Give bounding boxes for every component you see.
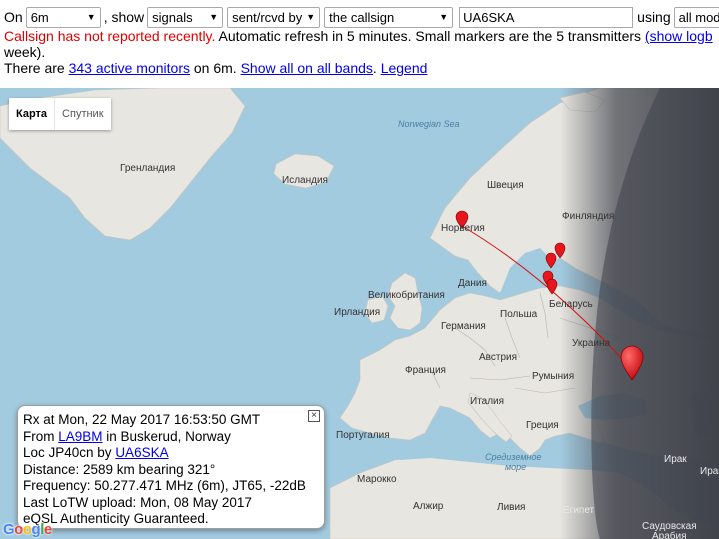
what-select-value: signals	[152, 9, 193, 25]
band-select-value: 6m	[30, 9, 49, 25]
active-monitors-link[interactable]: 343 active monitors	[69, 60, 190, 76]
label-france: Франция	[405, 365, 446, 376]
info-window: × Rx at Mon, 22 May 2017 16:53:50 GMT Fr…	[17, 405, 325, 529]
chevron-down-icon: ▼	[439, 11, 449, 22]
label-arabia: Арабия	[652, 531, 687, 539]
map-canvas[interactable]: Карта Спутник Norwegian Sea Гренландия И…	[0, 88, 719, 539]
eqsl-line: eQSL Authenticity Guaranteed.	[23, 511, 209, 526]
label-denmark: Дания	[458, 278, 487, 289]
using-label: using	[637, 9, 671, 25]
label-libya: Ливия	[497, 502, 526, 513]
monitors-separator: .	[372, 60, 381, 76]
target-select-value: the callsign	[329, 9, 395, 25]
from-callsign-link[interactable]: LA9BM	[58, 429, 102, 444]
label-ukraine: Украина	[572, 338, 611, 349]
map-type-map-button[interactable]: Карта	[9, 98, 54, 130]
query-row: On 6m ▼ , show signals ▼ sent/rcvd by ▼ the…	[4, 6, 719, 28]
on-label: On	[4, 9, 23, 25]
label-norwegian-sea: Norwegian Sea	[398, 119, 460, 129]
band-select[interactable]: 6m ▼	[25, 6, 101, 28]
label-belarus: Беларусь	[549, 299, 593, 310]
label-med-sea-1: Средиземное	[485, 452, 542, 462]
label-algeria: Алжир	[413, 501, 444, 512]
rx-line: Rx at Mon, 22 May 2017 16:53:50 GMT	[23, 412, 261, 427]
direction-select-value: sent/rcvd by	[232, 9, 303, 25]
control-header: On 6m ▼ , show signals ▼ sent/rcvd by ▼ the…	[0, 0, 719, 88]
show-logbook-link[interactable]: (show logb	[645, 28, 713, 44]
from-suffix: in Buskerud, Norway	[102, 428, 231, 444]
label-iran: Иран	[700, 466, 719, 477]
map-type-satellite-button[interactable]: Спутник	[54, 98, 110, 130]
google-logo: Google	[3, 521, 52, 538]
label-italy: Италия	[470, 396, 505, 407]
label-uk: Великобритания	[368, 290, 445, 301]
loc-callsign-link[interactable]: UA6SKA	[115, 445, 168, 460]
label-romania: Румыния	[532, 371, 575, 382]
loc-line: Loc JP40cn by UA6SKA	[23, 445, 324, 462]
warning-text: Callsign has not reported recently.	[4, 28, 216, 44]
label-egypt: Египет	[563, 505, 595, 516]
callsign-input[interactable]: UA6SKA	[459, 6, 634, 28]
label-finland: Финляндия	[562, 211, 615, 222]
frequency-line: Frequency: 50.277.471 MHz (6m), JT65, -2…	[23, 478, 306, 493]
label-morocco: Марокко	[357, 474, 397, 485]
status-continued: week).	[4, 44, 46, 60]
label-med-sea-2: море	[505, 462, 527, 472]
label-iceland: Исландия	[282, 175, 328, 186]
label-iraq: Ирак	[664, 454, 687, 465]
from-prefix: From	[23, 428, 59, 444]
label-poland: Польша	[500, 309, 538, 320]
show-label: , show	[103, 9, 145, 25]
monitors-line: There are 343 active monitors on 6m. Sho…	[4, 60, 427, 76]
refresh-text: Automatic refresh in 5 minutes. Small ma…	[215, 28, 645, 44]
label-greenland: Гренландия	[120, 163, 176, 174]
chevron-down-icon: ▼	[86, 11, 96, 22]
close-icon[interactable]: ×	[308, 410, 320, 422]
label-sweden: Швеция	[487, 180, 524, 191]
map-type-control: Карта Спутник	[9, 98, 111, 130]
uk-land	[387, 272, 423, 331]
status-line: Callsign has not reported recently. Auto…	[4, 28, 719, 44]
monitors-middle: on 6m.	[190, 60, 241, 76]
label-portugal: Португалия	[336, 430, 390, 441]
target-select[interactable]: the callsign ▼	[324, 6, 454, 28]
what-select[interactable]: signals ▼	[147, 6, 224, 28]
direction-select[interactable]: sent/rcvd by ▼	[227, 6, 321, 28]
from-line: From LA9BM in Buskerud, Norway	[23, 429, 324, 446]
label-germany: Германия	[441, 321, 486, 332]
label-norway: Норвегия	[441, 223, 485, 234]
mode-select-value: all mode	[678, 9, 719, 25]
chevron-down-icon: ▼	[306, 11, 316, 22]
legend-link[interactable]: Legend	[381, 60, 428, 76]
lotw-line: Last LoTW upload: Mon, 08 May 2017	[23, 494, 252, 510]
label-greece: Греция	[526, 420, 559, 431]
mode-select[interactable]: all mode	[673, 6, 719, 28]
show-all-bands-link[interactable]: Show all on all bands	[241, 60, 373, 76]
label-austria: Австрия	[479, 352, 518, 363]
label-ireland: Ирландия	[334, 307, 381, 318]
loc-prefix: Loc JP40cn by	[23, 445, 116, 460]
distance-line: Distance: 2589 km bearing 321°	[23, 461, 216, 477]
monitors-prefix: There are	[4, 60, 69, 76]
chevron-down-icon: ▼	[209, 11, 219, 22]
